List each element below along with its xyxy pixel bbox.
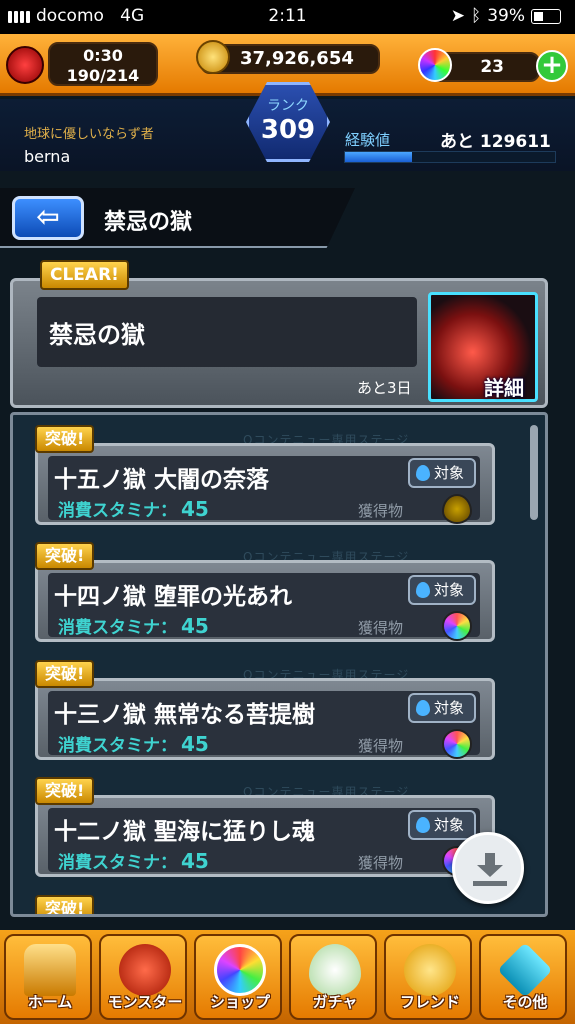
nav-friend[interactable]: フレンド	[384, 934, 472, 1020]
stage-stamina: 消費スタミナ： 45	[58, 614, 209, 638]
stage-card[interactable]: 十二ノ獄 聖海に猛りし魂 対象 消費スタミナ： 45 獲得物	[35, 795, 495, 877]
reward-label: 獲得物	[358, 737, 404, 755]
scrollbar[interactable]	[530, 425, 538, 520]
stamina-timer: 0:30	[83, 46, 123, 65]
target-label: 対象	[434, 581, 465, 599]
nav-gacha[interactable]: ガチャ	[289, 934, 377, 1020]
exp-label: 経験値	[345, 131, 391, 149]
stage-stamina: 消費スタミナ： 45	[58, 849, 209, 873]
orb-icon	[418, 48, 452, 82]
location-icon: ➤	[450, 6, 465, 26]
scroll-to-bottom-button[interactable]	[452, 832, 524, 904]
bottom-nav: ホーム モンスター ショップ ガチャ フレンド その他	[0, 930, 575, 1024]
stage-card[interactable]: 十五ノ獄 大闇の奈落 対象 消費スタミナ： 45 獲得物	[35, 443, 495, 525]
target-button[interactable]: 対象	[408, 810, 476, 840]
break-badge: 突破!	[35, 542, 95, 570]
nav-label: ショップ	[209, 993, 270, 1011]
nav-label: フレンド	[399, 993, 460, 1011]
friend-balloon-icon	[404, 944, 456, 996]
status-bar: docomo 4G 2:11 ➤ ᛒ 39%	[0, 0, 575, 34]
details-button[interactable]: 詳細	[484, 372, 540, 402]
monster-icon	[119, 944, 171, 996]
stage-name: 十二ノ獄 聖海に猛りし魂	[54, 819, 316, 845]
home-icon	[24, 944, 76, 996]
nav-shop[interactable]: ショップ	[194, 934, 282, 1020]
stage-name: 十三ノ獄 無常なる菩提樹	[54, 702, 316, 728]
target-button[interactable]: 対象	[408, 458, 476, 488]
stage-card[interactable]: 十四ノ獄 堕罪の光あれ 対象 消費スタミナ： 45 獲得物	[35, 560, 495, 642]
stage-name: 十五ノ獄 大闇の奈落	[54, 467, 270, 493]
clear-badge: CLEAR!	[40, 260, 129, 290]
water-drop-icon	[416, 582, 430, 598]
nav-label: モンスター	[107, 993, 183, 1011]
player-name: berna	[24, 147, 71, 166]
download-arrow-icon	[477, 853, 503, 877]
page-header: ⇦ 禁忌の獄	[0, 188, 355, 248]
break-badge: 突破!	[35, 425, 95, 453]
stage-stamina: 消費スタミナ： 45	[58, 732, 209, 756]
nav-other[interactable]: その他	[479, 934, 567, 1020]
page-title: 禁忌の獄	[104, 210, 193, 235]
player-title: 地球に優しいならず者	[24, 127, 154, 142]
status-right: ➤ ᛒ 39%	[451, 6, 561, 26]
exp-remaining: あと 129611	[440, 132, 551, 152]
egg-gacha-icon	[309, 944, 361, 996]
target-button[interactable]: 対象	[408, 693, 476, 723]
target-label: 対象	[434, 464, 465, 482]
reward-label: 獲得物	[358, 502, 404, 520]
gold-egg-icon	[442, 494, 472, 524]
rank-label: ランク	[267, 98, 309, 114]
stage-stamina: 消費スタミナ： 45	[58, 497, 209, 521]
reward-label: 獲得物	[358, 854, 404, 872]
stamina-icon	[6, 46, 44, 84]
water-drop-icon	[416, 700, 430, 716]
nav-home[interactable]: ホーム	[4, 934, 92, 1020]
battery-percent: 39%	[487, 6, 525, 26]
other-diamond-icon	[497, 942, 553, 998]
nav-label: ガチャ	[312, 993, 358, 1011]
break-badge: 突破!	[35, 660, 95, 688]
target-label: 対象	[434, 699, 465, 717]
event-name: 禁忌の獄	[49, 321, 145, 349]
nav-label: ホーム	[27, 993, 73, 1011]
water-drop-icon	[416, 817, 430, 833]
orb-shop-icon	[214, 944, 266, 996]
target-label: 対象	[434, 816, 465, 834]
gold-value: 37,926,654	[240, 48, 354, 69]
gold-coin-icon	[196, 40, 230, 74]
rank-value: 309	[260, 115, 316, 145]
battery-icon	[531, 8, 561, 24]
exp-bar	[344, 151, 556, 163]
target-button[interactable]: 対象	[408, 575, 476, 605]
back-button[interactable]: ⇦	[12, 196, 84, 240]
orb-count: 23	[480, 57, 504, 77]
buy-orbs-button[interactable]: +	[536, 50, 568, 82]
remaining-days: あと3日	[357, 379, 412, 397]
break-badge: 突破!	[35, 895, 95, 914]
back-arrow-icon: ⇦	[36, 200, 60, 233]
stamina-value: 190/214	[66, 66, 140, 85]
nav-label: その他	[502, 993, 548, 1011]
rainbow-egg-icon	[442, 611, 472, 641]
nav-monster[interactable]: モンスター	[99, 934, 187, 1020]
bluetooth-icon: ᛒ	[471, 6, 482, 26]
reward-label: 獲得物	[358, 619, 404, 637]
break-badge: 突破!	[35, 777, 95, 805]
stamina-display[interactable]: 0:30 190/214	[48, 42, 158, 86]
rainbow-egg-icon	[442, 729, 472, 759]
stage-name: 十四ノ獄 堕罪の光あれ	[54, 584, 293, 610]
water-drop-icon	[416, 465, 430, 481]
stage-card[interactable]: 十三ノ獄 無常なる菩提樹 対象 消費スタミナ： 45 獲得物	[35, 678, 495, 760]
